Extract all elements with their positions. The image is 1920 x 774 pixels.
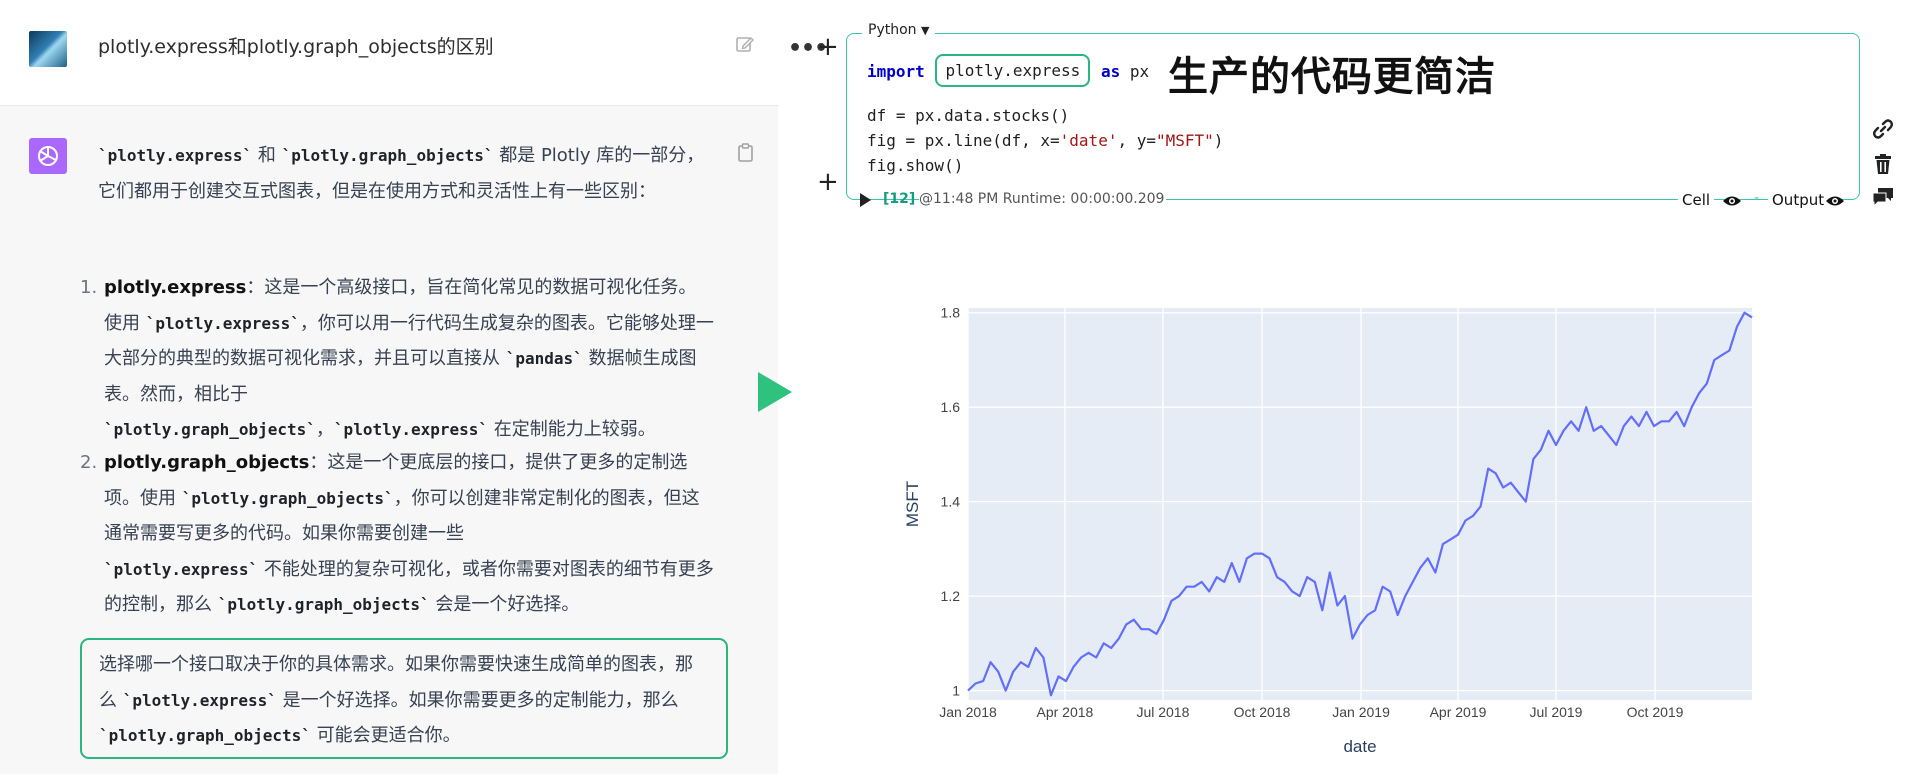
chat-panel: plotly.express和plotly.graph_objects的区别 `… (0, 0, 778, 774)
module-highlight-box: plotly.express (935, 54, 1091, 87)
code-line: df = px.data.stocks() (867, 106, 1070, 125)
chevron-down-icon: ▼ (920, 24, 930, 37)
code-module: plotly.express (945, 61, 1081, 80)
list-number: 2. (80, 452, 98, 473)
list-item: 1. plotly.express：这是一个高级接口，旨在简化常见的数据可视化任务… (80, 270, 714, 448)
code-line: fig.show() (867, 156, 964, 175)
inline-code: `pandas` (505, 349, 583, 368)
arrow-right-icon (758, 372, 792, 412)
x-tick-label: Oct 2019 (1627, 704, 1684, 720)
inline-code: `plotly.graph_objects` (217, 595, 430, 614)
chat-title: plotly.express和plotly.graph_objects的区别 (98, 36, 494, 58)
inline-code: `plotly.graph_objects` (104, 420, 316, 439)
language-selector[interactable]: Python ▼ (862, 22, 936, 38)
y-tick-label: 1.4 (941, 494, 961, 510)
answer-summary: 选择哪一个接口取决于你的具体需求。如果你需要快速生成简单的图表，那么 `plot… (99, 647, 709, 754)
list-item: 2. plotly.graph_objects：这是一个更底层的接口，提供了更多的… (80, 445, 714, 623)
y-tick-label: 1.8 (941, 305, 961, 321)
summary-highlight-box: 选择哪一个接口取决于你的具体需求。如果你需要快速生成简单的图表，那么 `plot… (80, 638, 728, 759)
runtime-info: @11:48 PM Runtime: 00:00:00.209 (919, 191, 1167, 207)
chat-header: plotly.express和plotly.graph_objects的区别 (0, 0, 778, 106)
text: 会是一个好选择。 (429, 594, 580, 615)
inline-code: `plotly.express` (104, 559, 259, 579)
inline-code: `plotly.express` (145, 313, 300, 333)
code-keyword: import (867, 62, 925, 81)
y-tick-label: 1.2 (941, 588, 961, 604)
edit-icon[interactable] (735, 34, 755, 54)
annotation-text: 生产的代码更简洁 (1168, 54, 1496, 100)
comment-icon[interactable] (1872, 186, 1894, 208)
plot-area (968, 308, 1752, 700)
code-string: 'date' (1059, 131, 1118, 150)
text: ， (315, 419, 334, 440)
execution-count: [12] (883, 191, 916, 207)
text: 可能会更适合你。 (310, 725, 461, 746)
play-icon[interactable] (860, 193, 871, 207)
text: 是一个好选择。如果你需要更多的定制能力，那么 (276, 689, 679, 711)
x-tick-label: Jul 2018 (1136, 704, 1189, 720)
x-axis-title: date (1343, 737, 1376, 756)
language-label: Python (868, 22, 917, 38)
code-alias: px (1129, 62, 1150, 81)
code-text: , y= (1117, 131, 1156, 150)
list-item-title: plotly.graph_objects (104, 452, 310, 473)
line-chart: Jan 2018 Apr 2018 Jul 2018 Oct 2018 Jan 2019… (880, 290, 1760, 770)
code-line: fig = px.line(df, x='date', y="MSFT") (867, 131, 1223, 150)
y-tick-label: 1.6 (941, 399, 961, 415)
answer-intro: `plotly.express` 和 `plotly.graph_objects… (98, 138, 718, 209)
add-cell-below-button[interactable]: + (817, 169, 839, 195)
x-tick-label: Jan 2019 (1332, 704, 1390, 720)
list-number: 1. (80, 277, 98, 298)
code-keyword: as (1100, 62, 1121, 81)
output-visibility-label: Output (1768, 191, 1829, 209)
x-tick-label: Apr 2019 (1430, 704, 1487, 720)
inline-code: `plotly.express` (122, 690, 277, 710)
eye-icon[interactable] (1825, 194, 1845, 208)
text: 在定制能力上较弱。 (488, 419, 656, 440)
x-tick-label: Jul 2019 (1530, 704, 1583, 720)
inline-code: `plotly.graph_objects` (181, 488, 394, 508)
x-tick-label: Jan 2018 (939, 704, 997, 720)
cell-visibility-label: Cell (1678, 191, 1715, 209)
trash-icon[interactable] (1872, 153, 1894, 175)
code-line: import plotly.express as px (867, 54, 1150, 88)
y-axis-title: MSFT (903, 481, 922, 527)
chart-svg: Jan 2018 Apr 2018 Jul 2018 Oct 2018 Jan 2019… (903, 305, 1753, 756)
copy-icon[interactable] (737, 143, 755, 163)
code-text: ) (1213, 131, 1224, 150)
list-item-title: plotly.express (104, 277, 247, 298)
y-axis-ticks: 1 1.2 1.4 1.6 1.8 (941, 305, 961, 699)
openai-logo-icon (29, 138, 67, 174)
text: 和 (252, 145, 282, 166)
eye-icon[interactable] (1722, 194, 1742, 208)
inline-code: `plotly.graph_objects` (99, 726, 311, 745)
separator: - (1754, 190, 1760, 206)
link-icon[interactable] (1872, 118, 1894, 140)
add-cell-above-button[interactable]: + (817, 34, 839, 60)
x-axis-ticks: Jan 2018 Apr 2018 Jul 2018 Oct 2018 Jan 2019… (939, 704, 1683, 720)
x-tick-label: Oct 2018 (1234, 704, 1291, 720)
user-avatar (29, 31, 67, 67)
inline-code: `plotly.express` (333, 420, 489, 439)
y-tick-label: 1 (952, 683, 960, 699)
inline-code: `plotly.graph_objects` (281, 146, 494, 165)
cell-status-bar: [12] @11:48 PM Runtime: 00:00:00.209 Cel… (860, 190, 1860, 212)
x-tick-label: Apr 2018 (1037, 704, 1094, 720)
code-text: fig = px.line(df, x= (867, 131, 1060, 150)
code-string: "MSFT" (1155, 131, 1214, 150)
inline-code: `plotly.express` (98, 146, 253, 165)
